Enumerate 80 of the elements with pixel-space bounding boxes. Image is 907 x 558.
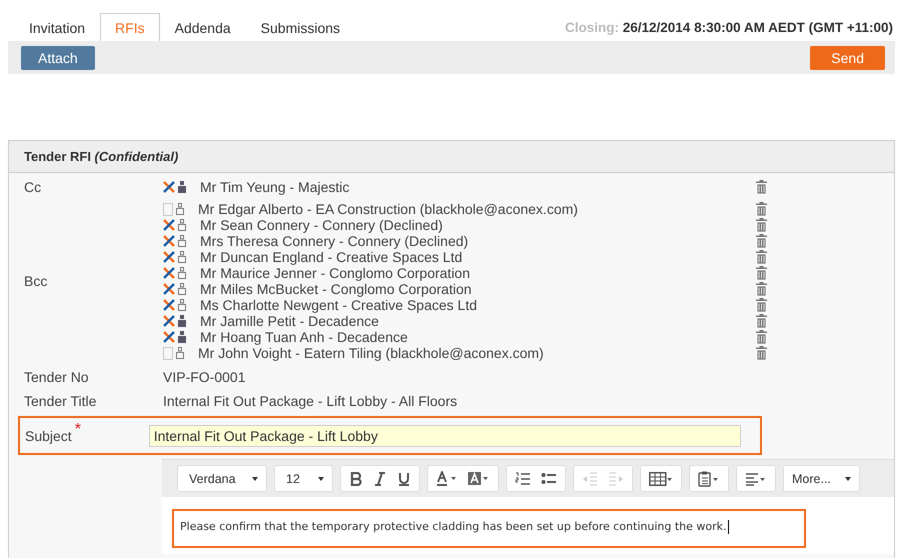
field-value: VIP-FO-0001: [163, 369, 246, 385]
recipient-name: Mr Edgar Alberto - EA Construction (blackhole@aconex.com): [198, 201, 579, 217]
person-icon: [178, 315, 186, 327]
field-label: Tender Title: [23, 393, 98, 409]
cross-arrows-icon: [163, 181, 175, 193]
tab[interactable]: Submissions: [246, 13, 356, 41]
cross-arrows-icon: [163, 331, 175, 343]
underline-icon[interactable]: [397, 472, 411, 486]
caret-icon: [844, 476, 851, 480]
recipient-name: Mr Hoang Tuan Anh - Decadence: [200, 329, 409, 345]
paste-button[interactable]: [689, 465, 729, 492]
caret-icon: [252, 476, 258, 480]
trash-icon[interactable]: [756, 298, 767, 312]
person-outline-icon: [178, 283, 186, 295]
person-icon: [178, 181, 186, 193]
cross-arrows-icon: [163, 267, 175, 279]
person-outline-icon: [178, 235, 186, 247]
subject-input[interactable]: Internal Fit Out Package - Lift Lobby: [148, 424, 741, 446]
trash-icon[interactable]: [756, 282, 767, 296]
field-label: Bcc: [23, 273, 48, 289]
clipboard-icon: [698, 470, 720, 486]
bullet-list-icon[interactable]: [541, 472, 557, 486]
person-outline-icon: [178, 299, 186, 311]
trash-icon[interactable]: [756, 266, 767, 280]
recipient-name: Mr John Voight - Eatern Tiling (blackhole@aconex.com): [198, 345, 545, 361]
align-button[interactable]: [736, 465, 776, 492]
bold-icon[interactable]: [349, 472, 363, 486]
recipient-name: Mr Miles McBucket - Conglomo Corporation: [200, 281, 473, 297]
message-body-field[interactable]: Please confirm that the temporary protective cladding has been set up before continuing the work.: [172, 509, 806, 548]
caret-icon: [318, 476, 324, 480]
dotted-placeholder-icon: [163, 202, 173, 216]
person-outline-icon: [178, 219, 186, 231]
font-dropdown[interactable]: Verdana: [177, 465, 267, 492]
closing-date: 26/12/2014 8:30:00 AM AEDT (GMT +11:00): [622, 20, 893, 35]
text-color-icon[interactable]: [436, 470, 458, 486]
trash-icon[interactable]: [756, 346, 767, 360]
required-asterisk: *: [74, 421, 81, 439]
field-label: Cc: [23, 179, 42, 195]
person-outline-icon: [178, 251, 186, 263]
person-outline-icon: [178, 267, 186, 279]
table-icon: [649, 472, 673, 486]
recipient-name: Mrs Theresa Connery - Connery (Declined): [200, 233, 470, 249]
align-left-icon: [745, 472, 767, 486]
recipient-name: Ms Charlotte Newgent - Creative Spaces Ltd: [200, 297, 478, 313]
recipient-name: Mr Tim Yeung - Majestic: [200, 179, 350, 195]
field-label: Tender No: [23, 369, 90, 385]
numbered-list-icon[interactable]: [515, 472, 531, 486]
trash-icon[interactable]: [756, 218, 767, 232]
more-dropdown[interactable]: More...: [783, 465, 860, 492]
trash-icon[interactable]: [756, 202, 767, 216]
attach-button[interactable]: Attach: [21, 46, 95, 70]
recipient-name: Mr Sean Connery - Connery (Declined): [200, 217, 444, 233]
field-label: Subject: [24, 428, 72, 444]
panel-title: Tender RFI (Confidential): [24, 149, 178, 164]
cross-arrows-icon: [163, 315, 175, 327]
tab[interactable]: Invitation: [14, 13, 100, 41]
trash-icon[interactable]: [756, 314, 767, 328]
size-dropdown[interactable]: 12: [274, 465, 333, 492]
cross-arrows-icon: [163, 283, 175, 295]
cross-arrows-icon: [163, 299, 175, 311]
recipient-name: Mr Maurice Jenner - Conglomo Corporation: [200, 265, 471, 281]
italic-icon[interactable]: [373, 472, 387, 486]
person-outline-icon: [176, 347, 184, 359]
cross-arrows-icon: [163, 219, 175, 231]
cross-arrows-icon: [163, 235, 175, 247]
table-button[interactable]: [640, 465, 682, 492]
cross-arrows-icon: [163, 251, 175, 263]
trash-icon[interactable]: [756, 330, 767, 344]
person-outline-icon: [176, 203, 184, 215]
dotted-placeholder-icon: [163, 346, 173, 360]
recipient-name: Mr Jamille Petit - Decadence: [200, 313, 380, 329]
trash-icon[interactable]: [756, 180, 767, 194]
trash-icon[interactable]: [756, 234, 767, 248]
tab[interactable]: Addenda: [160, 13, 246, 41]
highlight-color-icon[interactable]: [468, 470, 490, 486]
person-icon: [178, 331, 186, 343]
closing-label: Closing:: [564, 20, 619, 35]
trash-icon[interactable]: [756, 250, 767, 264]
field-value: Internal Fit Out Package - Lift Lobby - All Floors: [163, 393, 458, 409]
recipient-name: Mr Duncan England - Creative Spaces Ltd: [200, 249, 464, 265]
